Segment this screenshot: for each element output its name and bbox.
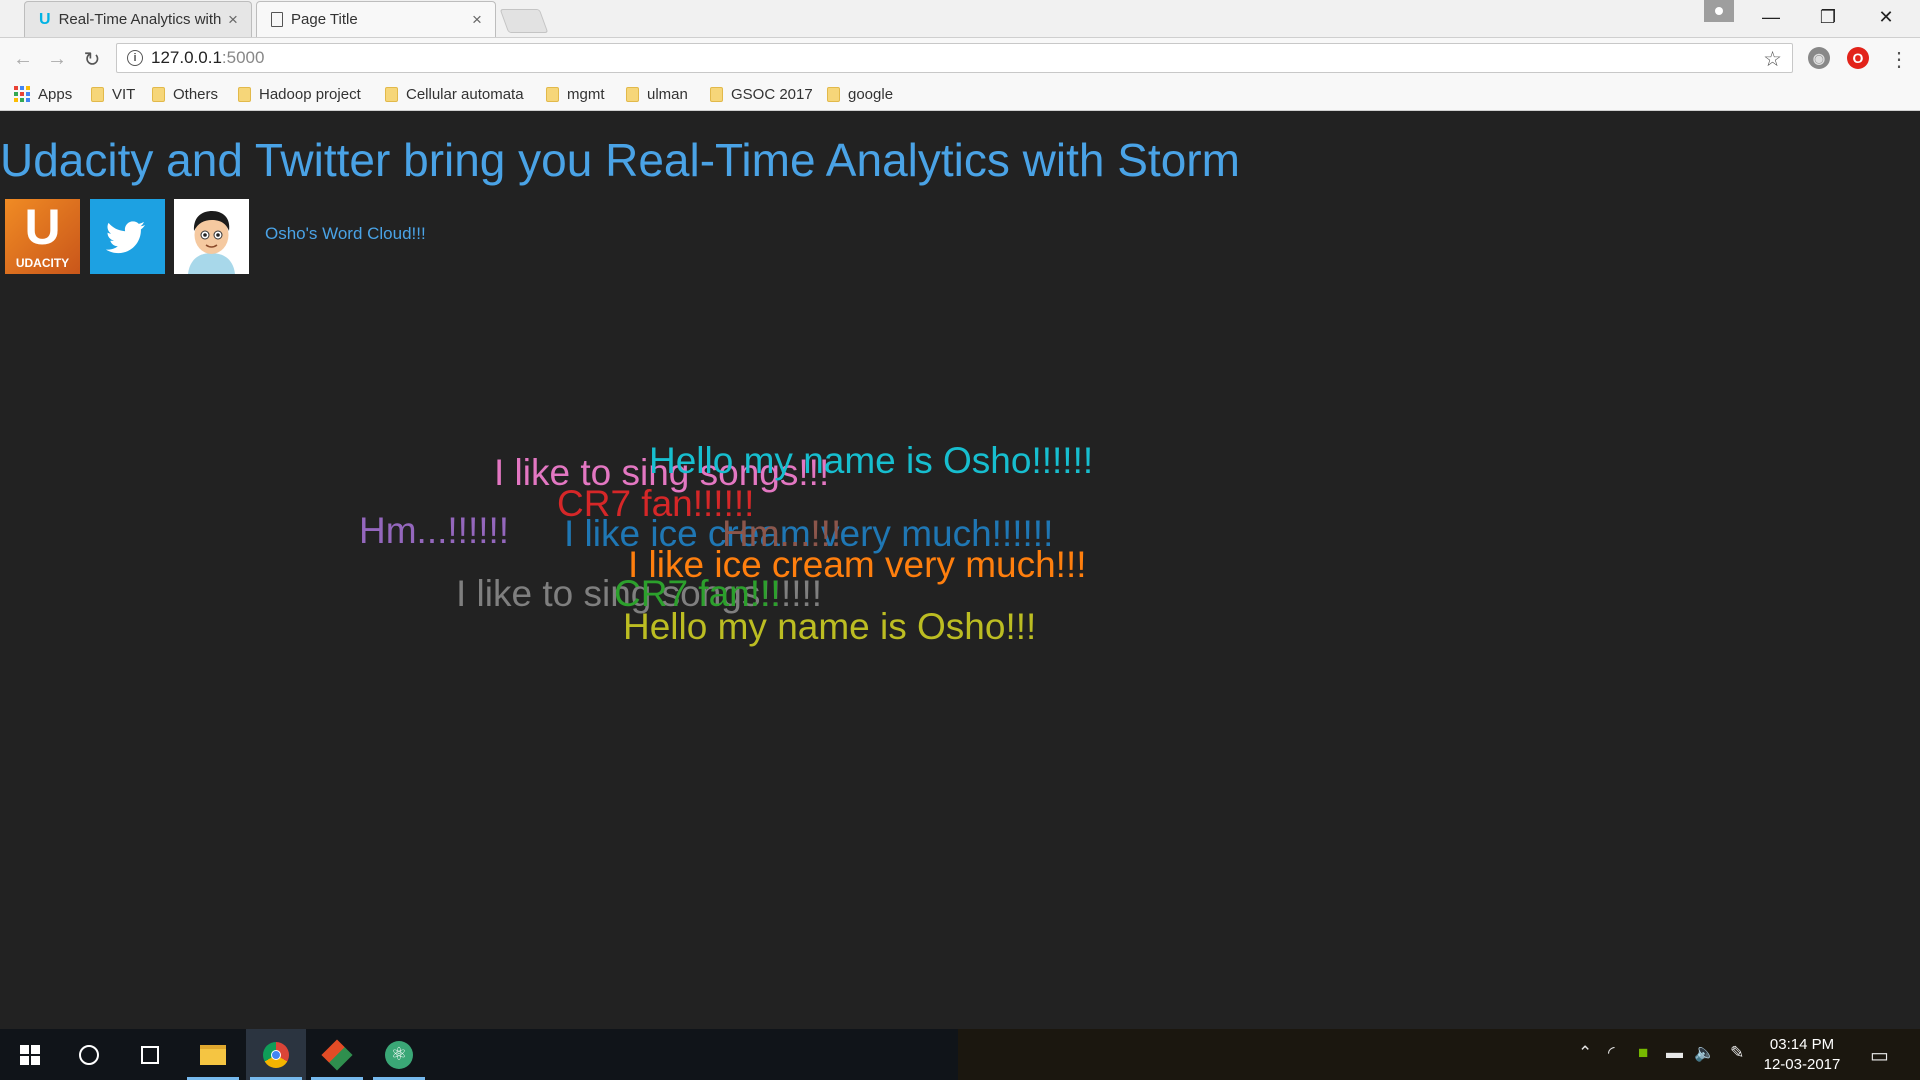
cortana-search-button[interactable] [59, 1029, 119, 1080]
system-clock[interactable]: 03:14 PM 12-03-2017 [1757, 1035, 1847, 1075]
wifi-icon[interactable]: ◜ [1608, 1043, 1615, 1063]
clock-date: 12-03-2017 [1763, 1056, 1841, 1073]
atom-app-button[interactable]: ⚛ [369, 1029, 429, 1080]
git-diamond-icon [321, 1038, 353, 1071]
battery-icon[interactable]: ▬ [1666, 1043, 1683, 1063]
cortana-circle-icon [79, 1044, 99, 1065]
git-app-button[interactable] [307, 1029, 367, 1080]
windows-logo-icon [20, 1044, 40, 1065]
start-button[interactable] [0, 1029, 60, 1080]
clock-time: 03:14 PM [1769, 1036, 1835, 1053]
task-view-icon [141, 1045, 159, 1064]
show-hidden-icons-chevron-icon[interactable]: ⌃ [1578, 1043, 1592, 1063]
atom-icon: ⚛ [385, 1040, 413, 1069]
action-center-icon[interactable]: ▭ [1870, 1043, 1889, 1068]
volume-icon[interactable]: 🔈 [1694, 1043, 1715, 1063]
word-cloud-item: Hello my name is Osho!!! [623, 606, 1037, 647]
chrome-icon [263, 1041, 289, 1068]
task-view-button[interactable] [120, 1029, 180, 1080]
nvidia-icon[interactable]: ■ [1638, 1043, 1648, 1063]
file-explorer-button[interactable] [183, 1029, 243, 1080]
chrome-taskbar-button[interactable] [246, 1029, 306, 1080]
taskbar: ⚛ ⌃ ◜ ■ ▬ 🔈 ✎ 03:14 PM 12-03-2017 ▭ [0, 1029, 1920, 1080]
word-cloud-item: Hello my name is Osho!!!!!! [649, 440, 1094, 481]
word-cloud: I like to sing songs!!! Hello my name is… [0, 0, 1920, 1029]
word-cloud-item: Hm...!!!!!! [359, 510, 510, 551]
file-explorer-folder-icon [200, 1044, 226, 1065]
pen-ink-icon[interactable]: ✎ [1730, 1043, 1744, 1063]
